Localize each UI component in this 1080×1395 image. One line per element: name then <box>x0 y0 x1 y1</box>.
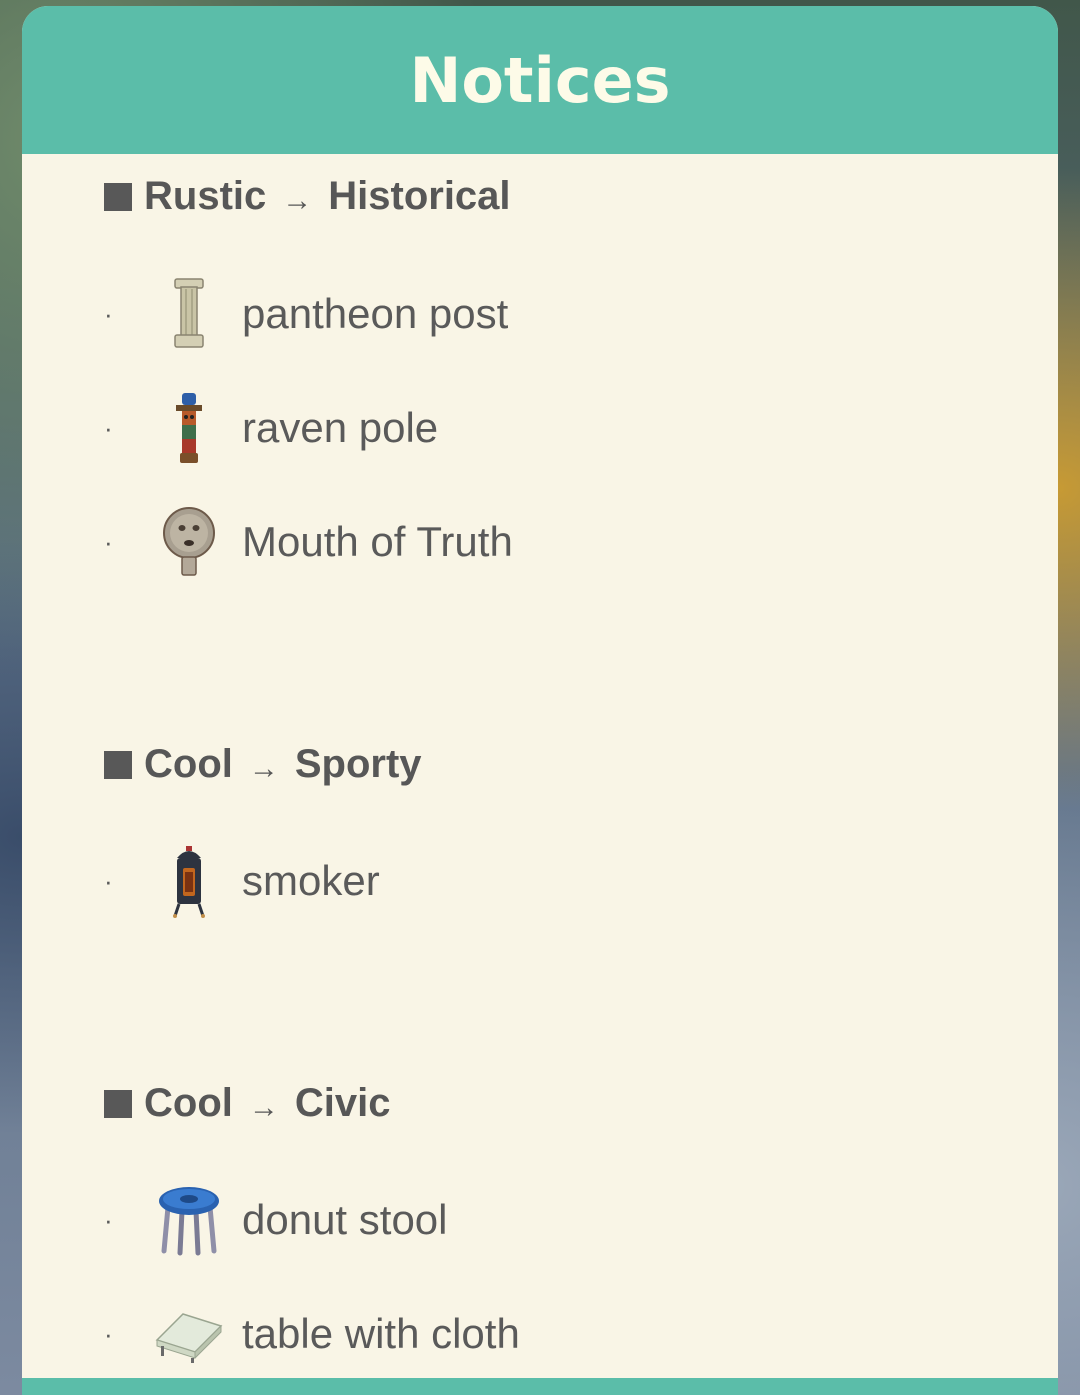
item-label: raven pole <box>242 404 439 451</box>
section-from: Cool <box>144 1081 233 1125</box>
square-bullet-icon <box>104 182 132 211</box>
arrow-icon: → <box>248 751 279 785</box>
bullet-dot: · <box>104 412 113 443</box>
square-bullet-icon <box>104 750 132 779</box>
bullet-dot: · <box>104 865 113 896</box>
bullet-dot: · <box>104 526 113 557</box>
panel-header: Notices <box>22 6 1058 154</box>
donut-stool-icon <box>152 1181 226 1259</box>
section-heading-cool-civic: Cool → Civic <box>104 1081 390 1126</box>
pantheon-post-icon <box>152 275 226 353</box>
raven-pole-icon <box>152 389 226 467</box>
section-from: Rustic <box>144 174 267 218</box>
smoker-icon <box>152 842 226 920</box>
list-item: · donut stool <box>104 1175 448 1265</box>
arrow-icon: → <box>248 1090 279 1124</box>
item-label: pantheon post <box>242 290 509 337</box>
item-label: smoker <box>242 857 380 904</box>
bullet-dot: · <box>104 1204 113 1235</box>
page-title: Notices <box>409 43 671 117</box>
item-label: donut stool <box>242 1196 448 1243</box>
list-item: · pantheon post <box>104 269 508 359</box>
list-item: · raven pole <box>104 383 438 473</box>
notices-panel: Notices Rustic → Historical · pantheon p… <box>22 6 1058 1395</box>
list-item: · smoker <box>104 836 380 926</box>
section-to: Historical <box>328 174 511 218</box>
section-to: Sporty <box>294 742 422 786</box>
table-with-cloth-icon <box>152 1295 226 1373</box>
list-item: · Mouth of Truth <box>104 497 513 587</box>
mouth-of-truth-icon <box>152 503 226 581</box>
panel-bottom-bar <box>22 1378 1058 1395</box>
bullet-dot: · <box>104 1318 113 1349</box>
section-from: Cool <box>144 742 233 786</box>
arrow-icon: → <box>282 183 313 217</box>
square-bullet-icon <box>104 1089 132 1118</box>
section-to: Civic <box>294 1081 391 1125</box>
item-label: Mouth of Truth <box>242 518 513 565</box>
bullet-dot: · <box>104 298 113 329</box>
section-heading-rustic-historical: Rustic → Historical <box>104 174 511 219</box>
section-heading-cool-sporty: Cool → Sporty <box>104 742 422 787</box>
list-item: · table with cloth <box>104 1289 520 1379</box>
item-label: table with cloth <box>242 1310 520 1357</box>
